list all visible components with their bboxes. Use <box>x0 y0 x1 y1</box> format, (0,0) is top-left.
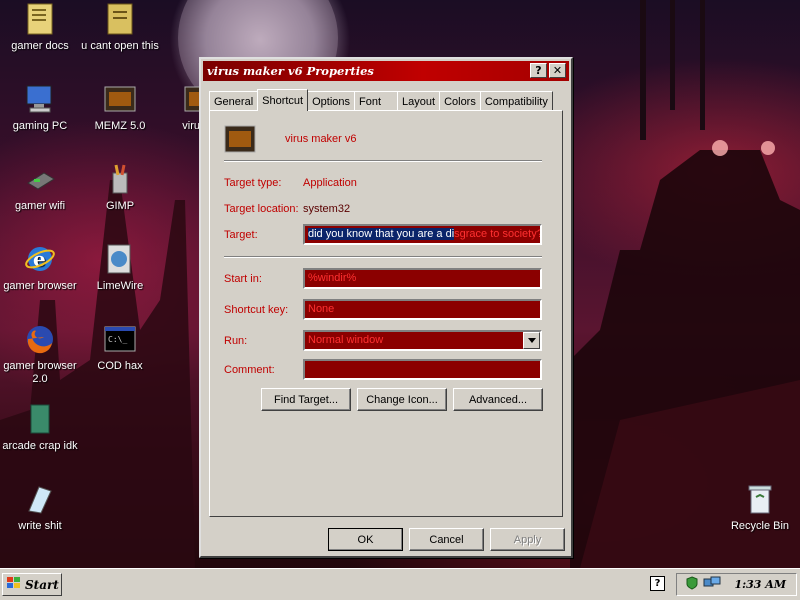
window-titlebar[interactable]: virus maker v6 Properties ? ✕ <box>203 61 569 81</box>
desktop-icon-memz[interactable]: MEMZ 5.0 <box>80 82 160 133</box>
desktop-icon-label: gamer browser 2.0 <box>3 360 77 385</box>
comment-input[interactable] <box>303 359 542 380</box>
target-type-value: Application <box>303 177 357 189</box>
desktop-icon-gamer-docs[interactable]: gamer docs <box>0 2 80 53</box>
cancel-button[interactable]: Cancel <box>409 528 484 551</box>
tab-layout[interactable]: Layout <box>397 91 441 111</box>
divider <box>224 160 542 162</box>
recycle-bin-icon <box>743 482 777 516</box>
desktop-icon-gamer-browser[interactable]: e gamer browser <box>0 242 80 293</box>
start-in-input[interactable]: %windir% <box>303 268 542 289</box>
tab-general[interactable]: General <box>209 91 259 111</box>
folder-docs-icon <box>23 2 57 36</box>
help-tray-icon[interactable]: ? <box>650 576 665 591</box>
desktop-icon-gimp[interactable]: GIMP <box>80 162 160 213</box>
book-icon <box>23 402 57 436</box>
start-label: Start <box>25 577 59 592</box>
find-target-button[interactable]: Find Target... <box>261 388 351 411</box>
chevron-down-icon[interactable] <box>523 332 540 349</box>
command-prompt-icon: C:\_ <box>103 322 137 356</box>
tab-strip: General Shortcut Options Font Layout Col… <box>209 89 553 111</box>
program-icon <box>103 82 137 116</box>
desktop-icon-label: arcade crap idk <box>2 440 78 452</box>
desktop-icon-label: COD hax <box>97 360 143 372</box>
tab-colors[interactable]: Colors <box>439 91 481 111</box>
app-icon <box>224 125 256 156</box>
close-button[interactable]: ✕ <box>549 63 566 78</box>
system-tray: 1:33 AM <box>676 573 797 596</box>
clock[interactable]: 1:33 AM <box>734 578 786 591</box>
run-label: Run: <box>224 335 248 347</box>
run-select[interactable]: Normal window <box>303 330 542 351</box>
run-select-value: Normal window <box>308 334 384 346</box>
desktop-icon-label: MEMZ 5.0 <box>94 120 146 132</box>
advanced-button[interactable]: Advanced... <box>453 388 543 411</box>
start-in-label: Start in: <box>224 273 262 285</box>
desktop-icon-label: u cant open this <box>81 40 159 52</box>
shortcut-key-input[interactable]: None <box>303 299 542 320</box>
network-status-icon[interactable] <box>703 576 721 593</box>
desktop-icon-recycle-bin[interactable]: Recycle Bin <box>720 482 800 533</box>
firefox-icon <box>23 322 57 356</box>
limewire-icon <box>103 242 137 276</box>
gimp-icon <box>103 162 137 196</box>
window-title: virus maker v6 Properties <box>207 64 374 78</box>
svg-text:C:\_: C:\_ <box>108 335 127 344</box>
ok-button[interactable]: OK <box>328 528 403 551</box>
tab-font[interactable]: Font <box>354 91 399 111</box>
tab-shortcut[interactable]: Shortcut <box>257 89 309 111</box>
properties-window: virus maker v6 Properties ? ✕ General Sh… <box>199 57 573 558</box>
desktop-icon-gaming-pc[interactable]: gaming PC <box>0 82 80 133</box>
help-button[interactable]: ? <box>530 63 547 78</box>
desktop-icon-limewire[interactable]: LimeWire <box>80 242 160 293</box>
internet-explorer-icon: e <box>23 242 57 276</box>
target-selected-text: did you know that you are a di <box>308 228 455 240</box>
target-input[interactable]: did you know that you are a disgrace to … <box>303 224 542 245</box>
windows-logo-icon <box>7 577 21 592</box>
computer-icon <box>23 82 57 116</box>
desktop-icon-label: write shit <box>18 520 62 532</box>
change-icon-button[interactable]: Change Icon... <box>357 388 447 411</box>
divider <box>224 256 542 258</box>
shortcut-key-label: Shortcut key: <box>224 304 289 316</box>
comment-label: Comment: <box>224 364 275 376</box>
network-icon <box>23 162 57 196</box>
desktop-icon-label: gamer wifi <box>14 200 66 212</box>
shortcut-panel: virus maker v6 Target type: Application … <box>209 110 563 517</box>
desktop-icon-label: gamer docs <box>11 40 69 52</box>
desktop-icon-label: Recycle Bin <box>730 520 790 532</box>
desktop-icon-arcade-crap[interactable]: arcade crap idk <box>0 402 80 453</box>
desktop-icon-write-shit[interactable]: write shit <box>0 482 80 533</box>
start-button[interactable]: Start <box>2 573 62 596</box>
target-location-value: system32 <box>303 203 351 215</box>
desktop-icon-label: gamer browser <box>3 280 77 292</box>
security-shield-icon[interactable] <box>685 576 699 593</box>
desktop-icon-u-cant-open-this[interactable]: u cant open this <box>80 2 160 53</box>
apply-button[interactable]: Apply <box>490 528 565 551</box>
target-type-label: Target type: <box>224 177 282 189</box>
taskbar: Start ? 1:33 AM <box>0 568 800 600</box>
tab-options[interactable]: Options <box>307 91 356 111</box>
folder-icon <box>103 2 137 36</box>
desktop-icon-label: gaming PC <box>12 120 68 132</box>
notepad-icon <box>23 482 57 516</box>
tab-compatibility[interactable]: Compatibility <box>479 91 553 111</box>
desktop-icon-cod-hax[interactable]: C:\_ COD hax <box>80 322 160 373</box>
target-unselected-text: sgrace to society?! <box>454 228 542 240</box>
desktop-icon-gamer-wifi[interactable]: gamer wifi <box>0 162 80 213</box>
target-label: Target: <box>224 229 258 241</box>
desktop-icon-label: GIMP <box>105 200 135 212</box>
target-location-label: Target location: <box>224 203 299 215</box>
desktop-icon-label: LimeWire <box>96 280 144 292</box>
desktop-icon-gamer-browser-2[interactable]: gamer browser 2.0 <box>0 322 80 386</box>
app-name: virus maker v6 <box>285 133 357 145</box>
